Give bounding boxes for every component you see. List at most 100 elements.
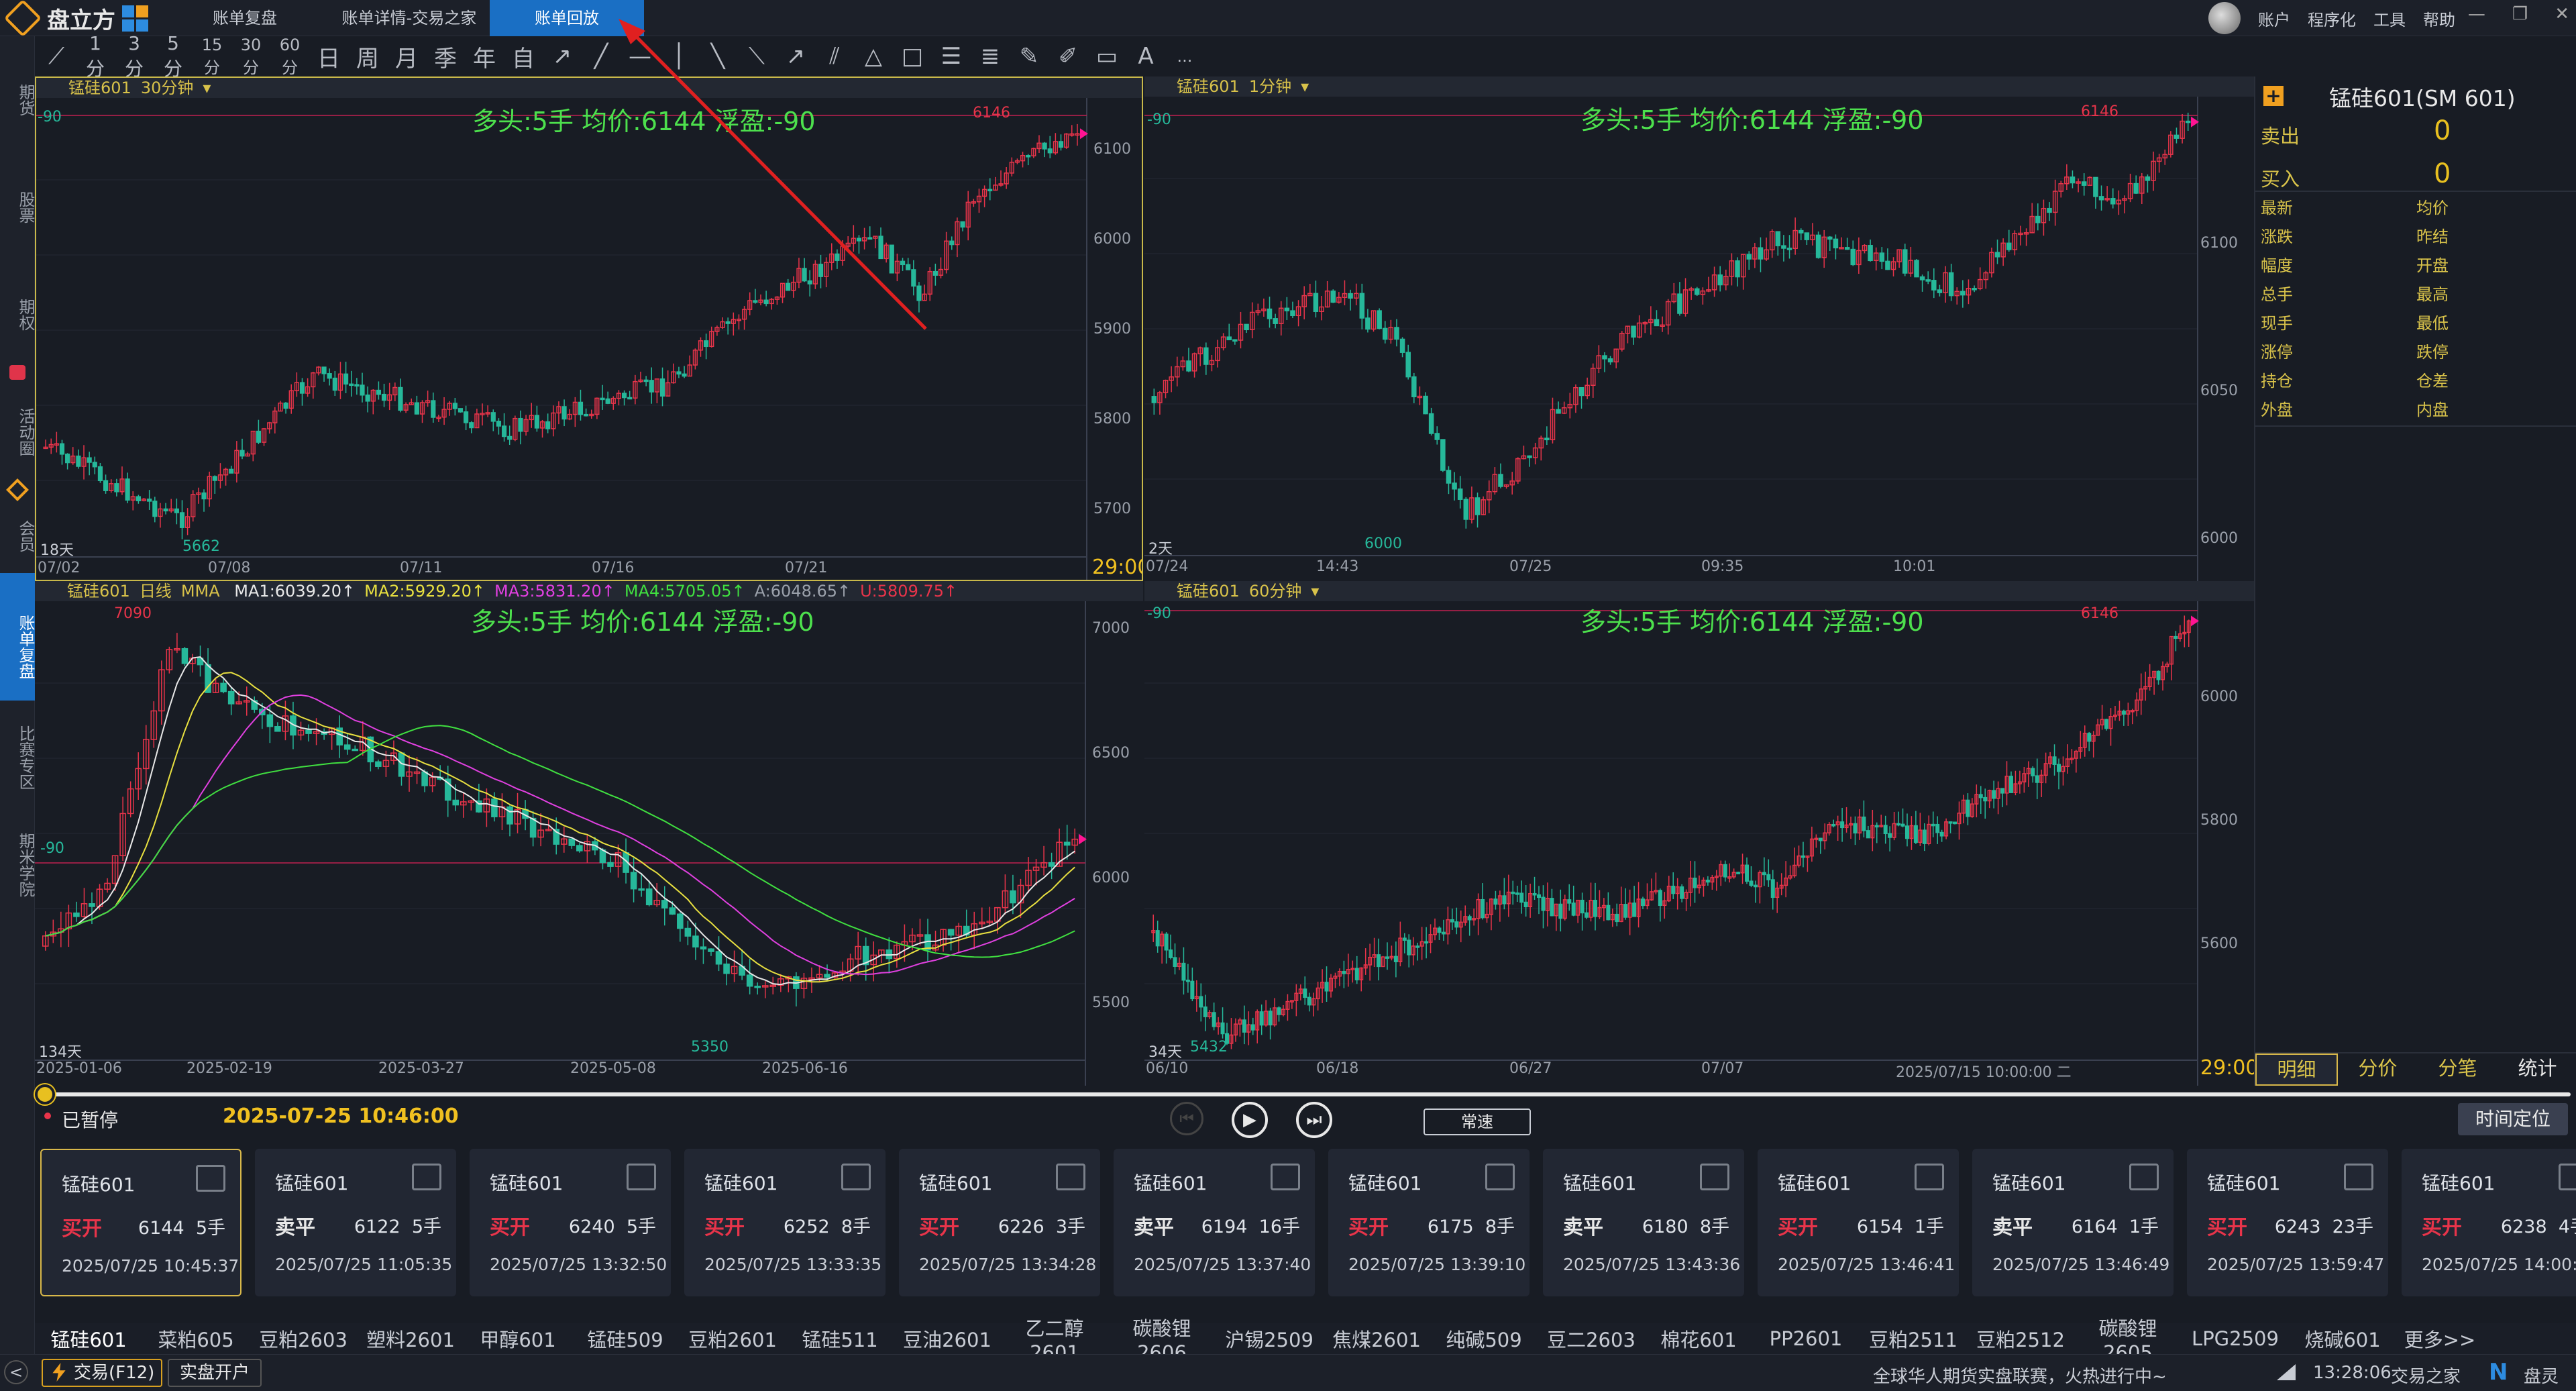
chart-panel-1m[interactable]: 锰硅601 1分钟 ▾ 多头:5手 均价:6144 浮盈:-90 -90 6146 … [1144, 76, 2254, 581]
trade-card[interactable]: 锰硅601 买开 6240 5手 2025/07/25 13:32:50 [470, 1149, 671, 1296]
more-symbols-link[interactable]: 更多>> [2396, 1325, 2483, 1353]
brand-name[interactable]: 盘灵 [2524, 1363, 2559, 1388]
comment-icon[interactable] [1700, 1164, 1729, 1190]
pencil-icon[interactable]: ✐ [1055, 43, 1081, 70]
progress-track[interactable] [42, 1092, 2571, 1096]
ruler-icon[interactable]: ▭ [1093, 43, 1120, 70]
tab-detail[interactable]: 明细 [2255, 1053, 2338, 1086]
chart-panel-daily[interactable]: 锰硅601 日线 MMA MA1:6039.20↑ MA2:5929.20↑ MA3:5… [35, 581, 1143, 1086]
symbol-tab[interactable]: 豆二2603 [1538, 1325, 1645, 1353]
step-back-icon[interactable]: ⏮ [1170, 1102, 1203, 1135]
symbol-tab[interactable]: 烧碱601 [2289, 1325, 2396, 1353]
symbol-tab[interactable]: 甲醇601 [464, 1325, 572, 1353]
nav-stocks[interactable]: 股票 [0, 170, 35, 244]
symbol-tab[interactable]: 棉花601 [1645, 1325, 1752, 1353]
line-chart-icon[interactable]: ⟋ [43, 43, 70, 70]
period-15m[interactable]: 15分 [199, 36, 225, 78]
trade-card[interactable]: 锰硅601 卖平 6194 16手 2025/07/25 13:37:40 [1114, 1149, 1315, 1296]
nav-bill-review[interactable]: 账单复盘 [0, 573, 35, 701]
symbol-tab[interactable]: 塑料2601 [357, 1325, 464, 1353]
symbol-tab[interactable]: 锰硅601 [35, 1325, 142, 1353]
site-link[interactable]: 交易之家 [2391, 1363, 2461, 1388]
period-year[interactable]: 年 [471, 40, 498, 73]
comment-icon[interactable] [2559, 1164, 2576, 1190]
play-icon[interactable]: ▶ [1232, 1102, 1268, 1138]
comment-icon[interactable] [627, 1164, 656, 1190]
symbol-tab[interactable]: 锰硅511 [786, 1325, 894, 1353]
menu-help[interactable]: 帮助 [2423, 7, 2455, 30]
symbol-tab[interactable]: 纯碱509 [1430, 1325, 1538, 1353]
period-month[interactable]: 月 [393, 40, 420, 73]
candles-1m[interactable] [1144, 76, 2254, 581]
trade-card[interactable]: 锰硅601 买开 6226 3手 2025/07/25 13:34:28 [899, 1149, 1100, 1296]
candles-daily[interactable] [35, 581, 1143, 1086]
symbol-tab[interactable]: 焦煤2601 [1323, 1325, 1430, 1353]
tab-ticks[interactable]: 分笔 [2418, 1053, 2498, 1086]
menu-account[interactable]: 账户 [2258, 7, 2290, 30]
trade-card[interactable]: 锰硅601 买开 6154 1手 2025/07/25 13:46:41 [1758, 1149, 1959, 1296]
avatar[interactable] [2208, 2, 2241, 34]
comment-icon[interactable] [412, 1164, 441, 1190]
time-locate-button[interactable]: 时间定位 [2458, 1103, 2568, 1135]
symbol-tab[interactable]: LPG2509 [2182, 1327, 2289, 1350]
text-icon[interactable]: A [1132, 43, 1159, 70]
comment-icon[interactable] [2344, 1164, 2373, 1190]
trade-card[interactable]: 锰硅601 买开 6238 4手 2025/07/25 14:00:0 [2402, 1149, 2576, 1296]
more-tools-button[interactable]: ... [1171, 47, 1198, 66]
period-1m[interactable]: 1分 [82, 32, 109, 81]
chart-panel-60m[interactable]: 锰硅601 60分钟 ▾ 多头:5手 均价:6144 浮盈:-90 -90 6146… [1144, 581, 2254, 1086]
symbol-tab[interactable]: 豆油2601 [894, 1325, 1001, 1353]
restore-icon[interactable]: ❐ [2512, 4, 2528, 24]
comment-icon[interactable] [1056, 1164, 1085, 1190]
open-account-button[interactable]: 实盘开户 [168, 1359, 262, 1387]
add-watchlist-icon[interactable]: + [2263, 86, 2284, 106]
step-forward-icon[interactable]: ⏭ [1296, 1102, 1332, 1138]
comment-icon[interactable] [196, 1165, 225, 1192]
symbol-tab[interactable]: 豆粕2603 [250, 1325, 357, 1353]
pen-icon[interactable]: ✎ [1016, 43, 1042, 70]
drawn-arrow[interactable] [604, 13, 953, 336]
progress-handle[interactable] [35, 1084, 55, 1104]
candles-60m[interactable] [1144, 581, 2254, 1086]
trade-button[interactable]: 交易(F12) [42, 1359, 162, 1387]
period-week[interactable]: 周 [354, 40, 381, 73]
symbol-tab[interactable]: 豆粕2512 [1967, 1325, 2074, 1353]
trade-card[interactable]: 锰硅601 卖平 6180 8手 2025/07/25 13:43:36 [1543, 1149, 1744, 1296]
symbol-tab[interactable]: 豆粕2601 [679, 1325, 786, 1353]
candles-30m[interactable] [36, 78, 1143, 581]
nav-academy[interactable]: 期米学院 [0, 815, 35, 915]
symbol-tab[interactable]: 菜粕605 [142, 1325, 250, 1353]
nav-options[interactable]: 期权 [0, 278, 35, 352]
fib-fan-icon[interactable]: ≣ [977, 43, 1004, 70]
nav-futures[interactable]: 期货 [0, 63, 35, 137]
nav-activity[interactable]: 活动圈 [0, 385, 35, 479]
comment-icon[interactable] [2129, 1164, 2159, 1190]
tab-bill-review[interactable]: 账单复盘 [161, 0, 329, 36]
symbol-tab[interactable]: PP2601 [1752, 1327, 1860, 1350]
comment-icon[interactable] [841, 1164, 871, 1190]
close-icon[interactable]: ✕ [2555, 4, 2569, 24]
tab-stats[interactable]: 统计 [2498, 1053, 2576, 1086]
trendline-icon[interactable]: ↗ [549, 43, 576, 70]
nav-member[interactable]: 会员 [0, 499, 35, 573]
comment-icon[interactable] [1271, 1164, 1300, 1190]
collapse-icon[interactable]: < [4, 1360, 28, 1384]
symbol-tab[interactable]: 沪锡2509 [1216, 1325, 1323, 1353]
menu-tools[interactable]: 工具 [2373, 7, 2406, 30]
period-60m[interactable]: 60分 [276, 36, 303, 78]
chart-panel-30m[interactable]: 锰硅601 30分钟 ▾ 多头:5手 均价:6144 浮盈:-90 -90 6146… [35, 76, 1143, 581]
comment-icon[interactable] [1485, 1164, 1515, 1190]
symbol-tab[interactable]: 豆粕2511 [1860, 1325, 1967, 1353]
trade-card[interactable]: 锰硅601 卖平 6122 5手 2025/07/25 11:05:35 [255, 1149, 456, 1296]
minimize-icon[interactable]: — [2468, 4, 2485, 24]
comment-icon[interactable] [1915, 1164, 1944, 1190]
trade-card[interactable]: 锰硅601 买开 6243 23手 2025/07/25 13:59:47 [2187, 1149, 2388, 1296]
trade-card[interactable]: 锰硅601 买开 6175 8手 2025/07/25 13:39:10 [1328, 1149, 1529, 1296]
period-3m[interactable]: 3分 [121, 32, 148, 81]
period-30m[interactable]: 30分 [237, 36, 264, 78]
period-quarter[interactable]: 季 [432, 40, 459, 73]
symbol-tab[interactable]: 锰硅509 [572, 1325, 679, 1353]
speed-select[interactable]: 常速 [1424, 1109, 1531, 1135]
trade-card[interactable]: 锰硅601 卖平 6164 1手 2025/07/25 13:46:49 [1972, 1149, 2174, 1296]
period-custom[interactable]: 自 [510, 40, 537, 73]
